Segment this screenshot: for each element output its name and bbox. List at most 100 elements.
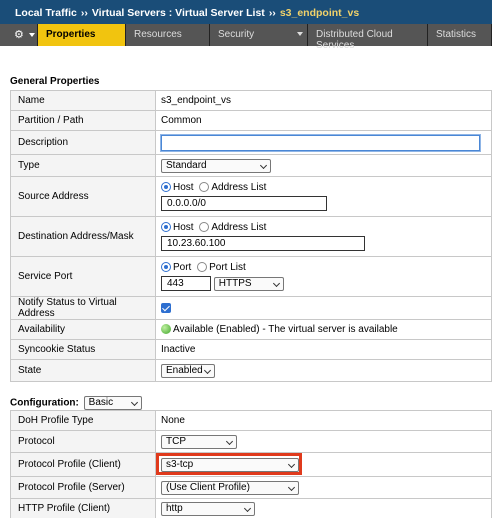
tab-distributed-cloud-services[interactable]: Distributed Cloud Services xyxy=(308,24,428,51)
protocol-profile-server-select[interactable]: (Use Client Profile) xyxy=(161,480,299,495)
notify-status-checkbox[interactable] xyxy=(161,302,171,313)
configuration-mode-value: Basic xyxy=(88,397,114,408)
gear-menu-button[interactable]: ⚙ xyxy=(0,24,38,46)
protocol-profile-server-value: (Use Client Profile) xyxy=(166,481,250,493)
protocol-select[interactable]: TCP xyxy=(161,434,237,449)
row-description: Description xyxy=(10,130,492,155)
protocol-select-value: TCP xyxy=(166,435,186,447)
type-select[interactable]: Standard xyxy=(161,158,271,173)
source-host-label: Host xyxy=(173,181,194,193)
source-address-list-label: Address List xyxy=(211,181,267,193)
row-service-port: Service Port Port Port List 443 HTTPS xyxy=(10,256,492,297)
annotation-highlight-box xyxy=(156,453,302,475)
tab-statistics-label: Statistics xyxy=(436,29,477,40)
general-properties-title: General Properties xyxy=(10,76,100,87)
state-select[interactable]: Enabled xyxy=(161,363,215,378)
tab-resources[interactable]: Resources xyxy=(126,24,210,46)
service-port-protocol-select[interactable]: HTTPS xyxy=(213,276,284,291)
doh-profile-label: DoH Profile Type xyxy=(10,410,156,431)
port-radio[interactable] xyxy=(161,262,171,273)
row-partition: Partition / Path Common xyxy=(10,110,492,131)
availability-label: Availability xyxy=(10,319,156,340)
tab-statistics[interactable]: Statistics xyxy=(428,24,492,46)
syncookie-value: Inactive xyxy=(155,339,492,360)
chevron-down-icon xyxy=(259,161,268,169)
port-radio-label: Port xyxy=(173,261,192,273)
port-list-radio[interactable] xyxy=(197,262,208,273)
chevron-down-icon xyxy=(225,437,234,445)
source-host-radio[interactable] xyxy=(161,182,171,193)
row-notify-status: Notify Status to Virtual Address xyxy=(10,296,492,320)
row-type: Type Standard xyxy=(10,154,492,177)
name-value: s3_endpoint_vs xyxy=(155,90,492,111)
partition-label: Partition / Path xyxy=(10,110,156,131)
http-profile-client-value: http xyxy=(166,502,183,514)
partition-value: Common xyxy=(155,110,492,131)
breadcrumb: Local Traffic ›› Virtual Servers : Virtual… xyxy=(0,0,492,24)
row-destination-address: Destination Address/Mask Host Address Li… xyxy=(10,216,492,257)
service-port-input[interactable]: 443 xyxy=(161,276,211,292)
tab-dcs-label: Distributed Cloud Services xyxy=(316,29,393,51)
configuration-mode-select[interactable]: Basic xyxy=(83,396,142,410)
tab-resources-label: Resources xyxy=(134,29,182,40)
general-properties-table: Name s3_endpoint_vs Partition / Path Com… xyxy=(10,90,492,382)
row-syncookie: Syncookie Status Inactive xyxy=(10,339,492,360)
breadcrumb-separator: ›› xyxy=(268,7,276,19)
syncookie-label: Syncookie Status xyxy=(10,339,156,360)
destination-host-radio[interactable] xyxy=(161,222,171,233)
row-availability: Availability Available (Enabled) - The v… xyxy=(10,319,492,340)
http-profile-client-select[interactable]: http xyxy=(161,501,255,516)
row-doh-profile: DoH Profile Type None xyxy=(10,410,492,431)
chevron-down-icon xyxy=(272,279,280,287)
source-address-label: Source Address xyxy=(10,176,156,217)
type-select-value: Standard xyxy=(166,159,207,171)
chevron-down-icon xyxy=(297,32,303,36)
available-status-icon xyxy=(161,324,171,335)
availability-value: Available (Enabled) - The virtual server… xyxy=(173,324,398,335)
tab-bar: ⚙ Properties Resources Security Distribu… xyxy=(0,24,492,51)
row-protocol-profile-server: Protocol Profile (Server) (Use Client Pr… xyxy=(10,476,492,499)
tab-properties-label: Properties xyxy=(46,29,96,40)
configuration-title: Configuration: Basic xyxy=(10,396,142,410)
name-label: Name xyxy=(10,90,156,111)
state-select-value: Enabled xyxy=(166,364,203,376)
description-input[interactable] xyxy=(161,134,480,151)
breadcrumb-virtual-server-list[interactable]: Virtual Servers : Virtual Server List xyxy=(92,7,265,19)
source-address-list-radio[interactable] xyxy=(199,182,210,193)
description-label: Description xyxy=(10,130,156,155)
tab-security-label: Security xyxy=(218,29,255,40)
breadcrumb-separator: ›› xyxy=(80,7,88,19)
service-port-protocol-value: HTTPS xyxy=(218,277,252,289)
tab-security[interactable]: Security xyxy=(210,24,308,46)
destination-address-list-label: Address List xyxy=(211,221,267,233)
gear-icon: ⚙ xyxy=(14,29,24,41)
destination-address-input[interactable]: 10.23.60.100 xyxy=(161,236,365,252)
destination-address-list-radio[interactable] xyxy=(199,222,210,233)
breadcrumb-current-page: s3_endpoint_vs xyxy=(279,7,360,19)
destination-host-label: Host xyxy=(173,221,194,233)
port-list-radio-label: Port List xyxy=(209,261,246,273)
doh-profile-value: None xyxy=(155,410,492,431)
row-http-profile-client: HTTP Profile (Client) http xyxy=(10,498,492,518)
row-state: State Enabled xyxy=(10,359,492,382)
source-address-input[interactable]: 0.0.0.0/0 xyxy=(161,196,327,212)
row-protocol: Protocol TCP xyxy=(10,430,492,453)
row-name: Name s3_endpoint_vs xyxy=(10,90,492,111)
state-label: State xyxy=(10,359,156,382)
tab-properties[interactable]: Properties xyxy=(38,24,126,46)
notify-status-label: Notify Status to Virtual Address xyxy=(10,296,156,320)
chevron-down-icon xyxy=(203,366,212,374)
breadcrumb-local-traffic[interactable]: Local Traffic xyxy=(15,7,77,19)
protocol-label: Protocol xyxy=(10,430,156,453)
service-port-label: Service Port xyxy=(10,256,156,297)
chevron-down-icon xyxy=(243,504,252,512)
protocol-profile-server-label: Protocol Profile (Server) xyxy=(10,476,156,499)
configuration-title-label: Configuration: xyxy=(10,397,79,409)
http-profile-client-label: HTTP Profile (Client) xyxy=(10,498,156,518)
chevron-down-icon xyxy=(287,483,296,491)
type-label: Type xyxy=(10,154,156,177)
protocol-profile-client-label: Protocol Profile (Client) xyxy=(10,452,156,477)
chevron-down-icon xyxy=(130,398,138,407)
chevron-down-icon xyxy=(28,33,35,38)
destination-address-label: Destination Address/Mask xyxy=(10,216,156,257)
